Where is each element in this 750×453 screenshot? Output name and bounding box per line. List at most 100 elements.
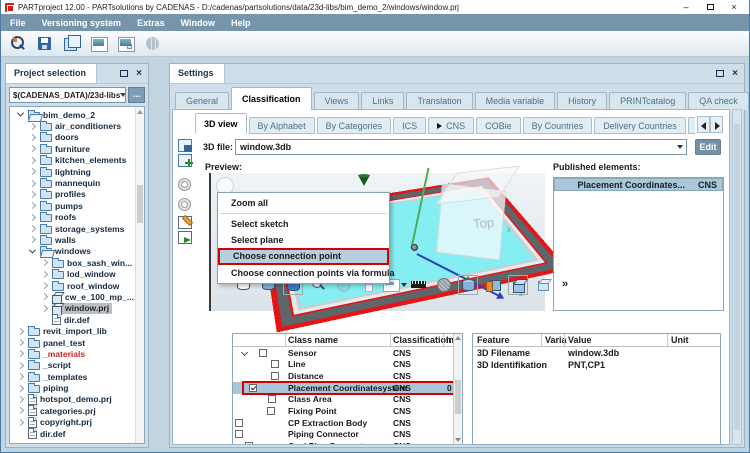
tab-ics[interactable]: ICS — [393, 117, 426, 134]
tree-item-body[interactable]: lightning — [40, 166, 94, 177]
tree-item-bim-demo-2[interactable]: bim_demo_2 — [10, 109, 144, 120]
tree-item-dir-def[interactable]: dir.def — [10, 314, 144, 325]
checkbox-placement-coordinatesystem[interactable] — [249, 384, 257, 392]
3d-file-combo[interactable]: window.3db — [235, 139, 687, 155]
tree-item-body[interactable]: roofs — [40, 212, 79, 223]
tree-item-storage-systems[interactable]: storage_systems — [10, 223, 144, 234]
tree-scrollbar-thumb[interactable] — [137, 185, 143, 223]
connection-point-marker-icon[interactable] — [358, 175, 370, 186]
tree-item-body[interactable]: doors — [40, 132, 82, 143]
expander-icon[interactable] — [29, 236, 36, 243]
tool-b-icon[interactable] — [178, 198, 194, 212]
tree-item-revit-import-lib[interactable]: revit_import_lib — [10, 325, 144, 336]
origin-sphere[interactable] — [411, 244, 418, 251]
class-row-oval-pipe-connector[interactable]: Oval Pipe ConnectorCNS — [233, 441, 462, 445]
cube-blue-icon[interactable] — [508, 275, 528, 295]
class-row-piping-connector[interactable]: Piping ConnectorCNS — [233, 429, 462, 441]
class-row-class-area[interactable]: Class AreaCNS — [233, 394, 462, 406]
tree-item-body[interactable]: box_sash_win... — [52, 257, 135, 268]
tree-item-body[interactable]: air_conditioners — [40, 121, 124, 132]
class-table-scrollbar[interactable] — [453, 334, 462, 444]
expander-icon[interactable] — [17, 339, 24, 346]
expander-icon[interactable] — [17, 362, 24, 369]
feature-row-3d-filename[interactable]: 3D Filenamewindow.3db — [473, 347, 720, 359]
menu-item-select-plane[interactable]: Select plane — [218, 232, 389, 248]
menu-item-choose-connection-point[interactable]: Choose connection point — [218, 248, 389, 265]
checkbox-line[interactable] — [271, 360, 279, 368]
scroll-up-icon[interactable] — [137, 109, 143, 114]
expander-icon[interactable] — [17, 419, 24, 426]
tree-item-body[interactable]: mannequin — [40, 178, 103, 189]
tree-item-pumps[interactable]: pumps — [10, 200, 144, 211]
column-header-class-name[interactable]: Class name — [288, 335, 338, 345]
search-icon[interactable] — [8, 34, 28, 54]
tree-item-mannequin[interactable]: mannequin — [10, 177, 144, 188]
tree-item-materials[interactable]: _materials — [10, 348, 144, 359]
expander-icon[interactable] — [29, 157, 36, 164]
expander-icon[interactable] — [41, 305, 48, 312]
tab-printcatalog[interactable]: PRINTcatalog — [609, 92, 686, 110]
column-header-varia[interactable]: Varia — [545, 335, 567, 345]
menu-item-file[interactable]: File — [10, 18, 26, 28]
expander-icon[interactable] — [29, 179, 36, 186]
tab-by-alphabet[interactable]: By Alphabet — [249, 117, 315, 134]
cube-light-icon[interactable] — [533, 275, 553, 295]
tree-item-kitchen-elements[interactable]: kitchen_elements — [10, 155, 144, 166]
tree-item-body[interactable]: piping — [28, 383, 72, 394]
tree-item-roofs[interactable]: roofs — [10, 212, 144, 223]
tree-item-body[interactable]: bim_demo_2 — [28, 109, 98, 120]
export-3d-icon[interactable] — [178, 231, 194, 245]
edit-3d-icon[interactable] — [178, 216, 194, 230]
settings-scrollbar[interactable] — [732, 109, 742, 445]
tree-item-panel-test[interactable]: panel_test — [10, 337, 144, 348]
class-row-fixing-point[interactable]: Fixing PointCNS — [233, 405, 462, 417]
duplicate-icon[interactable] — [62, 34, 82, 54]
tree-item-body[interactable]: kitchen_elements — [40, 155, 129, 166]
snapshot-icon[interactable] — [89, 34, 109, 54]
tab-3d-view[interactable]: 3D view — [195, 113, 247, 134]
tree-item-body[interactable]: dir.def — [52, 314, 93, 325]
tree-item-body[interactable]: windows — [40, 246, 94, 257]
tree-item-dir-def[interactable]: dir.def — [10, 428, 144, 439]
panel-close-icon[interactable]: × — [732, 69, 738, 79]
overflow-icon[interactable]: » — [558, 275, 578, 295]
tree-item-body[interactable]: categories.prj — [28, 405, 99, 416]
tree-item-body[interactable]: lod_window — [52, 269, 119, 280]
expander-icon[interactable] — [17, 407, 24, 414]
tab-classification[interactable]: Classification — [231, 87, 312, 110]
tree-item-body[interactable]: walls — [40, 234, 79, 245]
expander-icon[interactable] — [17, 328, 24, 335]
minimize-button[interactable]: – — [681, 1, 691, 13]
browse-button[interactable]: ... — [128, 87, 145, 103]
tool-a-icon[interactable] — [178, 178, 194, 192]
combo-arrow-icon[interactable] — [677, 145, 683, 149]
tree-item-copyright-prj[interactable]: copyright.prj — [10, 417, 144, 428]
expander-icon[interactable] — [41, 293, 48, 300]
maximize-button[interactable] — [705, 1, 715, 13]
tree-item-lod-window[interactable]: lod_window — [10, 268, 144, 279]
menu-item-help[interactable]: Help — [231, 18, 251, 28]
expander-icon[interactable] — [17, 373, 24, 380]
menu-item-choose-connection-points-via-formula[interactable]: Choose connection points via formula — [218, 265, 389, 281]
expander-icon[interactable] — [29, 225, 36, 232]
tree-item-templates[interactable]: _templates — [10, 371, 144, 382]
scroll-down-icon[interactable] — [455, 438, 461, 442]
tree-item-body[interactable]: copyright.prj — [28, 417, 95, 428]
tree-item-body[interactable]: _materials — [28, 348, 88, 359]
expander-icon[interactable] — [17, 385, 24, 392]
scroll-up-icon[interactable] — [455, 336, 461, 340]
feature-row-3d-identifikation[interactable]: 3D IdentifikationPNT,CP1 — [473, 359, 720, 371]
panel-maximize-icon[interactable] — [120, 70, 128, 77]
checkbox-piping-connector[interactable] — [235, 430, 243, 438]
save-3d-icon[interactable] — [178, 139, 194, 153]
tree-item-walls[interactable]: walls — [10, 234, 144, 245]
menu-item-window[interactable]: Window — [181, 18, 215, 28]
expander-icon[interactable] — [29, 168, 36, 175]
tree-item-categories-prj[interactable]: categories.prj — [10, 405, 144, 416]
combo-arrow-icon[interactable] — [120, 93, 126, 97]
class-row-line[interactable]: LineCNS — [233, 359, 462, 371]
tree-item-body[interactable]: roof_window — [52, 280, 122, 291]
tree-item-body[interactable]: pumps — [40, 200, 86, 211]
tab-media-variable[interactable]: Media variable — [475, 92, 556, 110]
tree-item-body[interactable]: hotspot_demo.prj — [28, 394, 115, 405]
